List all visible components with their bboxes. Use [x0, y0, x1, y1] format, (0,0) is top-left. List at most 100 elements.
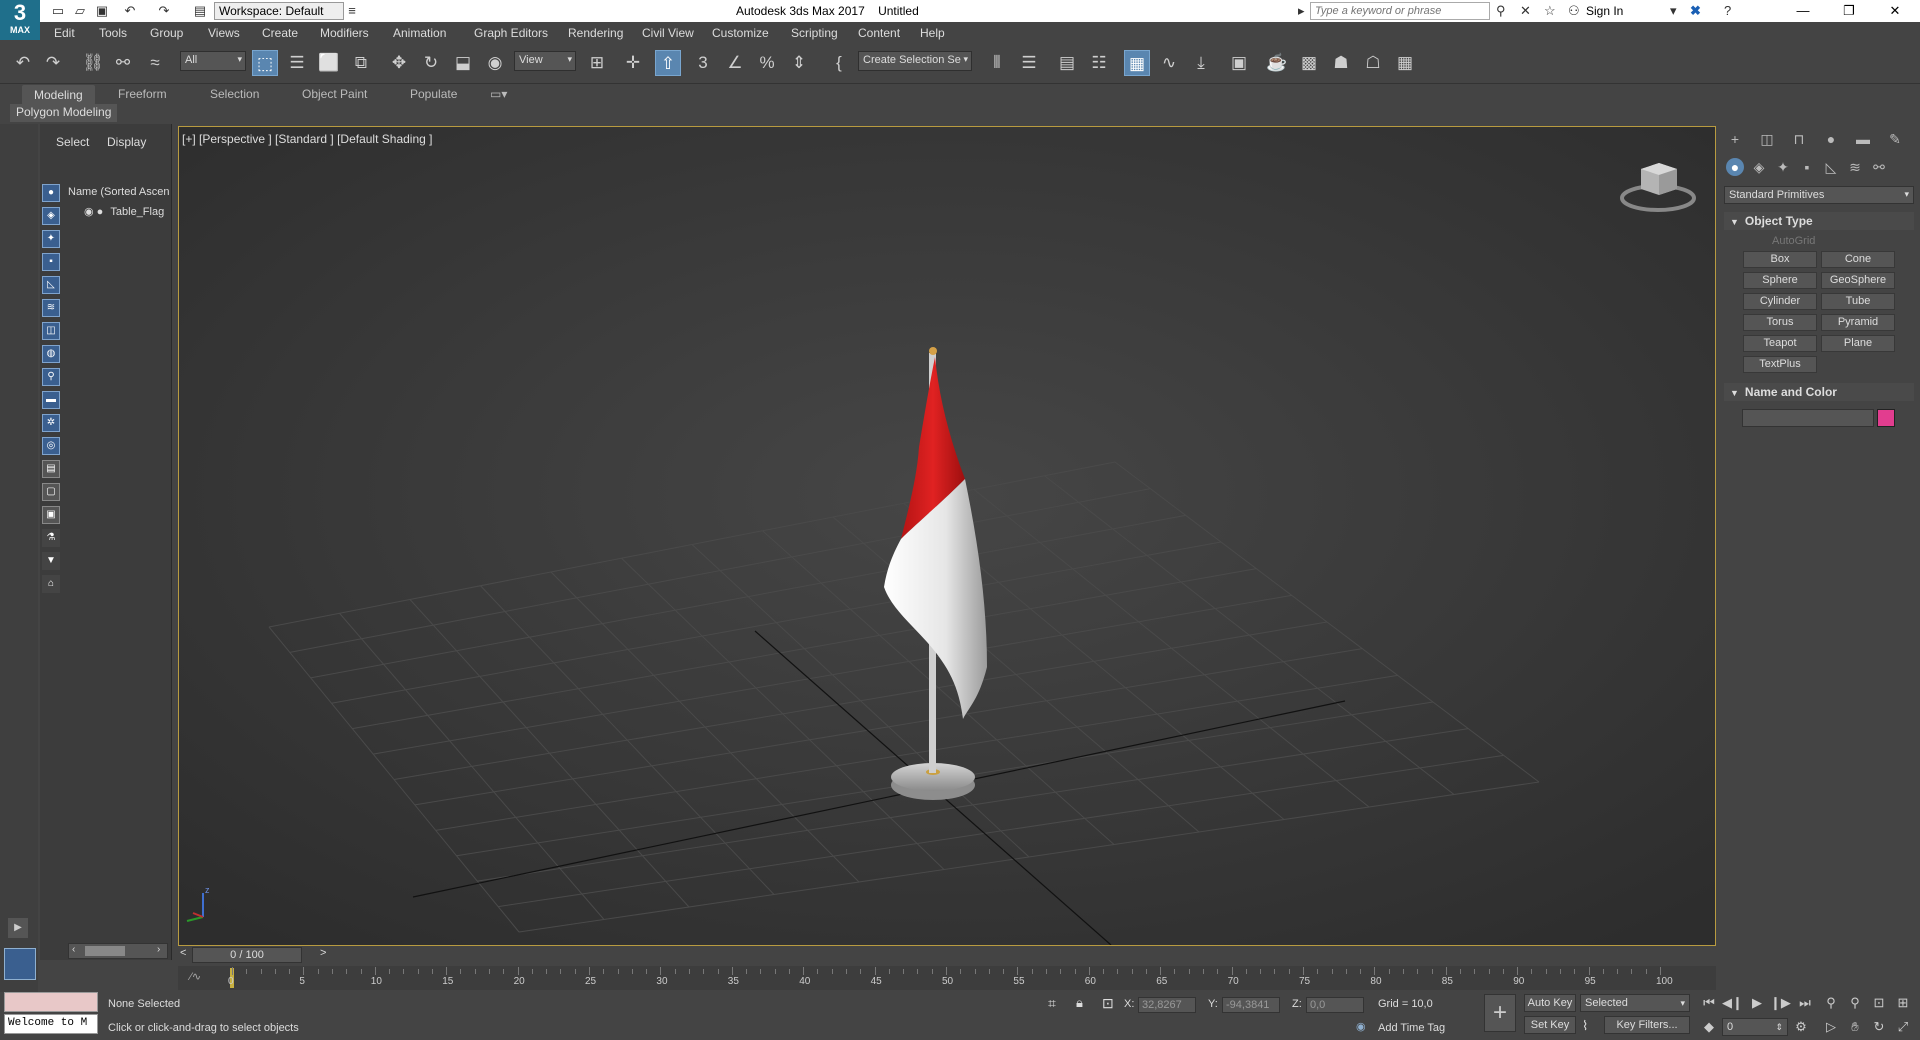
align-icon[interactable]: ☰	[1016, 50, 1042, 76]
lights-category-icon[interactable]: ✦	[1774, 158, 1792, 176]
space-warps-category-icon[interactable]: ≋	[1846, 158, 1864, 176]
search-field[interactable]	[1315, 5, 1485, 17]
menu-group[interactable]: Group	[150, 26, 183, 40]
viewport-label-menu[interactable]: [+] [Perspective ] [Standard ] [Default …	[182, 132, 432, 146]
render-production-icon[interactable]: ☗	[1328, 50, 1354, 76]
ribbon-toggle-icon[interactable]: ▦	[1124, 50, 1150, 76]
material-editor-icon[interactable]: ▣	[1226, 50, 1252, 76]
maxscript-listener-input[interactable]	[4, 992, 98, 1012]
zoom-extents-icon[interactable]: ⊡	[1870, 994, 1888, 1012]
restore-button[interactable]: ❐	[1826, 0, 1872, 22]
bones-filter-icon[interactable]: ⚲	[42, 368, 60, 386]
add-time-tag-button[interactable]: Add Time Tag	[1378, 1022, 1445, 1034]
cameras-category-icon[interactable]: ▪	[1798, 158, 1816, 176]
scene-explorer-display-tab[interactable]: Display	[107, 135, 146, 149]
binoculars-icon[interactable]: ⚲	[1496, 3, 1506, 19]
save-icon[interactable]: ▣	[94, 3, 110, 19]
create-tab-icon[interactable]: +	[1726, 130, 1744, 148]
display-all-icon[interactable]: ▤	[42, 460, 60, 478]
render-setup-icon[interactable]: ☕	[1264, 50, 1290, 76]
play-icon[interactable]: ▶	[1748, 994, 1766, 1012]
edit-named-selection-icon[interactable]: {	[826, 50, 852, 76]
groups-filter-icon[interactable]: ◫	[42, 322, 60, 340]
geometry-filter-icon[interactable]: ●	[42, 184, 60, 202]
key-filters-icon[interactable]: ⌇	[1582, 1018, 1588, 1034]
place-icon[interactable]: ◉	[482, 50, 508, 76]
menu-rendering[interactable]: Rendering	[568, 26, 623, 40]
key-mode-toggle-icon[interactable]: ◆	[1700, 1018, 1718, 1036]
teapot-button[interactable]: Teapot	[1743, 335, 1817, 352]
menu-scripting[interactable]: Scripting	[791, 26, 838, 40]
y-coordinate-field[interactable]: -94,3841	[1222, 997, 1280, 1013]
containers-filter-icon[interactable]: ▬	[42, 391, 60, 409]
snaps-toggle-icon[interactable]: 3	[690, 50, 716, 76]
xrefs-filter-icon[interactable]: ◍	[42, 345, 60, 363]
time-tag-icon[interactable]: ◉	[1356, 1020, 1366, 1033]
sign-in-dropdown-icon[interactable]: ▾	[1670, 3, 1677, 19]
keyboard-shortcut-override-icon[interactable]: ⇧	[655, 50, 681, 76]
mini-curve-editor-icon[interactable]: ⁄∿	[190, 970, 201, 983]
maxscript-listener-output[interactable]: Welcome to M	[4, 1014, 98, 1034]
select-by-name-icon[interactable]: ☰	[284, 50, 310, 76]
menu-customize[interactable]: Customize	[712, 26, 769, 40]
absolute-mode-icon[interactable]: ⊡	[1102, 995, 1114, 1012]
maximize-viewport-icon[interactable]: ⤢	[1894, 1018, 1912, 1036]
time-configuration-icon[interactable]: ⚙	[1792, 1018, 1810, 1036]
rotate-icon[interactable]: ↻	[418, 50, 444, 76]
current-frame-field[interactable]: 0 ⇕	[1722, 1018, 1788, 1036]
spinner-snap-icon[interactable]: ⇕	[786, 50, 812, 76]
key-mode-dropdown[interactable]: Selected ▾	[1580, 994, 1690, 1012]
menu-views[interactable]: Views	[208, 26, 240, 40]
primitive-type-dropdown[interactable]: Standard Primitives ▾	[1724, 186, 1914, 204]
search-expand-icon[interactable]: ▸	[1298, 3, 1305, 19]
redo-icon[interactable]: ↷	[156, 3, 172, 19]
x-coordinate-field[interactable]: 32,8267	[1138, 997, 1196, 1013]
reference-coordinate-dropdown[interactable]: View	[514, 51, 576, 71]
named-selection-dropdown[interactable]: Create Selection Se	[858, 51, 972, 71]
window-crossing-icon[interactable]: ⧉	[348, 50, 374, 76]
help-icon[interactable]: ?	[1724, 3, 1731, 18]
polygon-modeling-panel[interactable]: Polygon Modeling	[10, 104, 118, 122]
visibility-eye-icon[interactable]: ◉	[84, 206, 94, 218]
particles-filter-icon[interactable]: ✲	[42, 414, 60, 432]
curve-editor-icon[interactable]: ∿	[1156, 50, 1182, 76]
select-and-link-icon[interactable]: ⛓	[80, 50, 106, 76]
lights-filter-icon[interactable]: ✦	[42, 230, 60, 248]
user-icon[interactable]: ⚇	[1568, 3, 1580, 19]
selection-lock-icon[interactable]: 🔒︎	[1076, 995, 1083, 1011]
next-frame-icon[interactable]: >	[320, 947, 326, 959]
tab-object-paint[interactable]: Object Paint	[302, 87, 367, 101]
pivot-center-icon[interactable]: ⊞	[584, 50, 610, 76]
select-manipulate-icon[interactable]: ✛	[620, 50, 646, 76]
app-logo[interactable]: 3 MAX	[0, 0, 40, 40]
tab-selection[interactable]: Selection	[210, 87, 259, 101]
percent-snap-icon[interactable]: %	[754, 50, 780, 76]
autogrid-checkbox[interactable]: AutoGrid	[1772, 235, 1815, 247]
object-dot-icon[interactable]: ●	[97, 206, 104, 218]
scene-explorer-scrollbar[interactable]: ‹ ›	[68, 943, 168, 959]
geosphere-button[interactable]: GeoSphere	[1821, 272, 1895, 289]
menu-graph-editors[interactable]: Graph Editors	[474, 26, 548, 40]
ribbon-options-icon[interactable]: ▭▾	[490, 87, 507, 101]
field-of-view-icon[interactable]: ▷	[1822, 1018, 1840, 1036]
isolate-selection-icon[interactable]: ⌗	[1048, 995, 1056, 1012]
cone-button[interactable]: Cone	[1821, 251, 1895, 268]
workspace-dropdown[interactable]: Workspace: Default	[214, 2, 344, 20]
rendered-frame-window-icon[interactable]: ▩	[1296, 50, 1322, 76]
key-filters-button[interactable]: Key Filters...	[1604, 1016, 1690, 1034]
scroll-left-icon[interactable]: ‹	[72, 944, 75, 955]
object-name-input[interactable]	[1742, 409, 1874, 427]
redo-icon[interactable]: ↷	[40, 50, 66, 76]
undo-icon[interactable]: ↶	[10, 50, 36, 76]
angle-snap-icon[interactable]: ∠	[722, 50, 748, 76]
hierarchy-tab-icon[interactable]: ⊓	[1790, 130, 1808, 148]
a360-render-icon[interactable]: ▦	[1392, 50, 1418, 76]
geometry-category-icon[interactable]: ●	[1726, 158, 1744, 176]
set-key-button[interactable]: Set Key	[1524, 1016, 1576, 1034]
display-tab-icon[interactable]: ▬	[1854, 130, 1872, 148]
filter-icon[interactable]: ⚗	[42, 529, 60, 547]
utilities-tab-icon[interactable]: ✎	[1886, 130, 1904, 148]
display-none-icon[interactable]: ▢	[42, 483, 60, 501]
menu-content[interactable]: Content	[858, 26, 900, 40]
scale-icon[interactable]: ⬓	[450, 50, 476, 76]
